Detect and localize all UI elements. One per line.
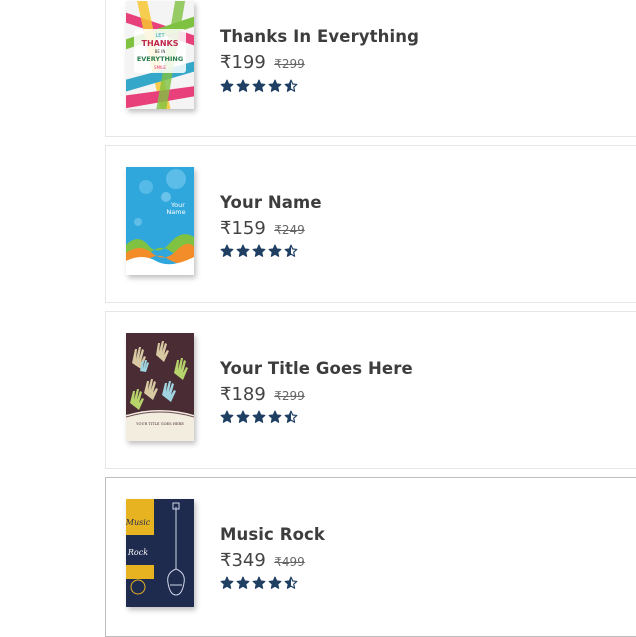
- svg-text:BE IN: BE IN: [155, 49, 166, 54]
- cover-music-rock-illustration: Music Rock: [126, 499, 194, 607]
- star-full-icon: [220, 576, 234, 589]
- rating-stars: [220, 244, 298, 258]
- original-price: ₹499: [274, 555, 305, 569]
- product-list: LET THANKS BE IN EVERYTHING SMILE Thanks…: [0, 0, 636, 637]
- rating-stars: [220, 79, 298, 93]
- star-half-icon: [284, 79, 298, 92]
- star-full-icon: [220, 79, 234, 92]
- svg-text:Rock: Rock: [127, 548, 148, 557]
- star-full-icon: [236, 410, 250, 423]
- product-card[interactable]: Music Rock Music Rock ₹349 ₹499: [105, 477, 636, 637]
- product-title[interactable]: Your Name: [220, 193, 322, 212]
- svg-text:THANKS: THANKS: [142, 39, 179, 48]
- svg-text:YOUR TITLE GOES HERE: YOUR TITLE GOES HERE: [135, 422, 184, 426]
- svg-text:EVERYTHING: EVERYTHING: [137, 55, 183, 63]
- sale-price: ₹159: [220, 218, 266, 239]
- star-full-icon: [220, 410, 234, 423]
- price-row: ₹159 ₹249: [220, 218, 305, 239]
- star-full-icon: [252, 79, 266, 92]
- star-full-icon: [252, 244, 266, 257]
- product-title[interactable]: Thanks In Everything: [220, 27, 419, 46]
- svg-text:Name: Name: [166, 208, 185, 216]
- product-title[interactable]: Music Rock: [220, 525, 325, 544]
- star-half-icon: [284, 410, 298, 423]
- star-half-icon: [284, 244, 298, 257]
- product-card[interactable]: LET THANKS BE IN EVERYTHING SMILE Thanks…: [105, 0, 636, 137]
- original-price: ₹299: [274, 57, 305, 71]
- star-full-icon: [252, 410, 266, 423]
- star-full-icon: [268, 244, 282, 257]
- rating-stars: [220, 576, 298, 590]
- product-cover-image[interactable]: Music Rock: [126, 499, 194, 607]
- sale-price: ₹349: [220, 550, 266, 571]
- star-full-icon: [268, 410, 282, 423]
- cover-your-name-illustration: Your Name: [126, 167, 194, 275]
- star-half-icon: [284, 576, 298, 589]
- original-price: ₹249: [274, 223, 305, 237]
- product-cover-image[interactable]: Your Name: [126, 167, 194, 275]
- product-card[interactable]: YOUR TITLE GOES HERE Your Title Goes Her…: [105, 311, 636, 469]
- price-row: ₹189 ₹299: [220, 384, 305, 405]
- star-full-icon: [220, 244, 234, 257]
- star-full-icon: [236, 244, 250, 257]
- cover-hands-illustration: YOUR TITLE GOES HERE: [126, 333, 194, 441]
- star-full-icon: [236, 576, 250, 589]
- cover-thanks-illustration: LET THANKS BE IN EVERYTHING SMILE: [126, 1, 194, 109]
- svg-text:Music: Music: [126, 518, 151, 527]
- rating-stars: [220, 410, 298, 424]
- svg-text:SMILE: SMILE: [154, 65, 166, 70]
- product-card[interactable]: Your Name Your Name ₹159 ₹249: [105, 145, 636, 303]
- original-price: ₹299: [274, 389, 305, 403]
- product-title[interactable]: Your Title Goes Here: [220, 359, 413, 378]
- star-full-icon: [236, 79, 250, 92]
- price-row: ₹349 ₹499: [220, 550, 305, 571]
- product-cover-image[interactable]: YOUR TITLE GOES HERE: [126, 333, 194, 441]
- price-row: ₹199 ₹299: [220, 52, 305, 73]
- sale-price: ₹189: [220, 384, 266, 405]
- star-full-icon: [268, 576, 282, 589]
- star-full-icon: [252, 576, 266, 589]
- product-cover-image[interactable]: LET THANKS BE IN EVERYTHING SMILE: [126, 1, 194, 109]
- sale-price: ₹199: [220, 52, 266, 73]
- star-full-icon: [268, 79, 282, 92]
